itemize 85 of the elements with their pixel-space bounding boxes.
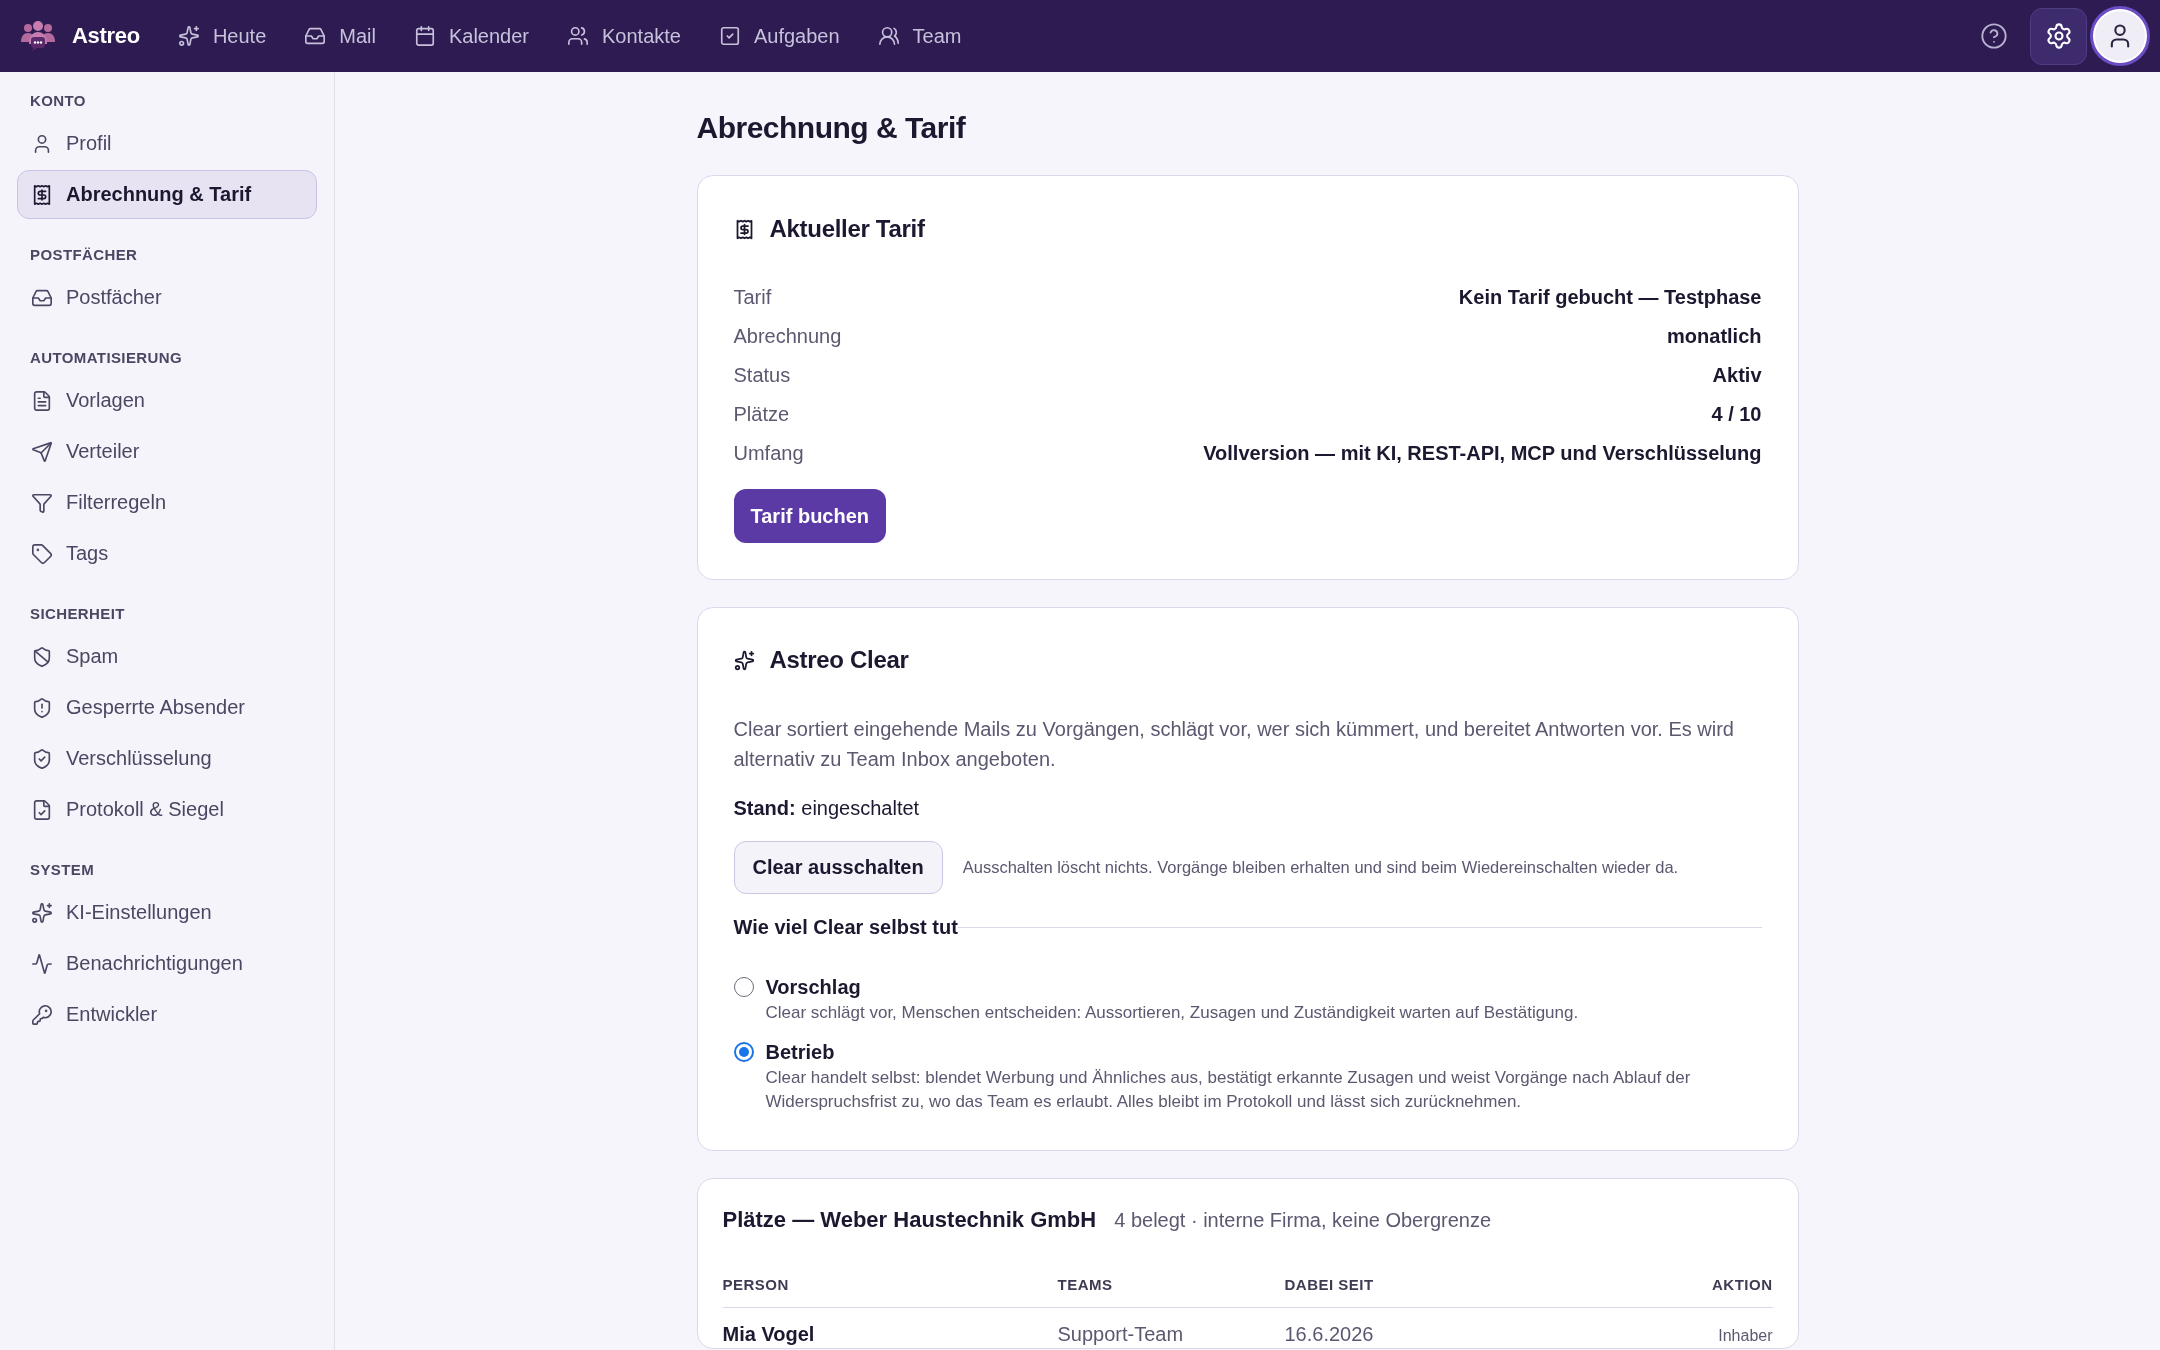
send-icon: [31, 440, 53, 463]
hint-text: Ausschalten löscht nichts. Vorgänge bleiben erhalten und sind beim Wiedereinschalten wieder da.: [962, 858, 1679, 877]
sidebar-item[interactable]: Profil: [17, 119, 317, 168]
section-heading: AUTOMATISIERUNG: [29, 348, 184, 368]
seats-summary: 4 belegt · interne Firma, keine Obergrenze: [1114, 1209, 1492, 1232]
column-header: DABEI SEIT: [1284, 1275, 1375, 1295]
radio-button[interactable]: [733, 1042, 754, 1062]
option-description: Clear schlägt vor, Menschen entscheiden: Aussortieren, Zusagen und Zuständigkeit warten auf Bestätigung.: [765, 1002, 1580, 1024]
sidebar-item[interactable]: KI-Einstellungen: [17, 888, 317, 937]
calendar-icon: [413, 25, 436, 47]
section-heading: POSTFÄCHER: [29, 245, 139, 265]
users-icon: [877, 25, 900, 47]
inbox-icon: [304, 25, 327, 47]
section-heading: SYSTEM: [29, 860, 96, 880]
help-icon: [1980, 22, 2008, 50]
info-label: Umfang: [733, 442, 804, 465]
sparkles-icon: [177, 25, 200, 47]
shield-ban-icon: [31, 645, 53, 668]
section-title: Wie viel Clear selbst tut: [733, 915, 958, 940]
table-cell-text: Inhaber: [1718, 1326, 1773, 1346]
nav-tab[interactable]: Kalender: [401, 16, 541, 56]
sidebar-item[interactable]: Tags: [17, 529, 317, 578]
radio-button[interactable]: [733, 977, 754, 997]
column-header: PERSON: [722, 1275, 790, 1295]
section-heading: SICHERHEIT: [29, 604, 126, 624]
sparkles-icon: [31, 901, 53, 924]
sidebar-item[interactable]: Abrechnung & Tarif: [17, 170, 317, 219]
brand-name: Astreo: [72, 23, 140, 49]
sidebar-item[interactable]: Postfächer: [17, 273, 317, 322]
nav-tab[interactable]: Mail: [292, 16, 388, 56]
info-value: monatlich: [1667, 325, 1762, 348]
key-icon: [31, 1003, 53, 1026]
nav-tab[interactable]: Kontakte: [555, 16, 693, 56]
nav-tab[interactable]: Heute: [165, 16, 279, 56]
sidebar-item[interactable]: Verteiler: [17, 427, 317, 476]
sidebar-item[interactable]: Benachrichtigungen: [17, 939, 317, 988]
settings-icon: [2044, 22, 2073, 50]
option-label: Betrieb: [765, 1040, 836, 1065]
sidebar-item[interactable]: Spam: [17, 632, 317, 681]
sidebar-item[interactable]: Gesperrte Absender: [17, 683, 317, 732]
sidebar-item[interactable]: Filterregeln: [17, 478, 317, 527]
column-header: AKTION: [1712, 1275, 1773, 1295]
shield-check-icon: [31, 747, 53, 770]
disable-clear-button[interactable]: Clear ausschalten: [733, 841, 943, 894]
funnel-icon: [31, 491, 53, 514]
page-title: Abrechnung & Tarif: [696, 110, 967, 146]
info-label: Plätze: [733, 403, 790, 426]
nav-tab[interactable]: Team: [865, 16, 974, 56]
info-value: Vollversion — mit KI, REST-API, MCP und Verschlüsselung: [1203, 442, 1762, 465]
shield-alert-icon: [31, 696, 53, 719]
status-text: Stand: eingeschaltet: [733, 796, 921, 821]
description-text: Clear sortiert eingehende Mails zu Vorgängen, schlägt vor, wer sich kümmert, und bereitet Antworten vor. Es wird alternativ zu Team Inbox angeboten.: [733, 717, 1735, 772]
option-description: Clear handelt selbst: blendet Werbung und Ähnliches aus, bestätigt erkannte Zusagen und weist Vorgänge nach Ablauf der Widerspruchsfrist zu, wo das Team es erlaubt. Alles bleibt im Protokoll und lässt sich zurücknehmen.: [765, 1067, 1692, 1113]
card-title: Astreo Clear: [769, 645, 909, 675]
info-label: Tarif: [733, 286, 772, 309]
table-cell-text: Mia Vogel: [722, 1322, 816, 1346]
sidebar-item[interactable]: Vorlagen: [17, 376, 317, 425]
sparkles-icon: [733, 649, 755, 671]
receipt-icon: [31, 183, 53, 206]
file-check-icon: [31, 798, 53, 821]
sidebar-item[interactable]: Entwickler: [17, 990, 317, 1039]
column-header: TEAMS: [1057, 1275, 1114, 1295]
info-value: 4 / 10: [1711, 403, 1762, 426]
info-value: Aktiv: [1712, 364, 1762, 387]
card-title: Plätze — Weber Haustechnik GmbH: [722, 1206, 1097, 1234]
section-heading: KONTO: [29, 91, 87, 111]
card-title: Aktueller Tarif: [769, 214, 925, 244]
nav-tab[interactable]: Aufgaben: [706, 16, 852, 56]
avatar-button[interactable]: [2090, 6, 2150, 66]
book-plan-button[interactable]: Tarif buchen: [733, 489, 887, 543]
table-cell-text: 16.6.2026: [1284, 1322, 1375, 1346]
option-label: Vorschlag: [765, 975, 862, 1000]
pulse-icon: [31, 952, 53, 975]
settings-button[interactable]: [2030, 7, 2087, 65]
sidebar-item[interactable]: Verschlüsselung: [17, 734, 317, 783]
table-cell-text: Support-Team: [1057, 1322, 1185, 1346]
document-icon: [31, 389, 53, 412]
sidebar-item[interactable]: Protokoll & Siegel: [17, 785, 317, 834]
info-value: Kein Tarif gebucht — Testphase: [1458, 286, 1762, 309]
tag-icon: [31, 542, 53, 565]
users-icon: [567, 25, 589, 47]
logo-icon: [20, 20, 56, 52]
info-label: Status: [733, 364, 791, 387]
info-label: Abrechnung: [733, 325, 842, 348]
checkbox-icon: [718, 25, 741, 47]
